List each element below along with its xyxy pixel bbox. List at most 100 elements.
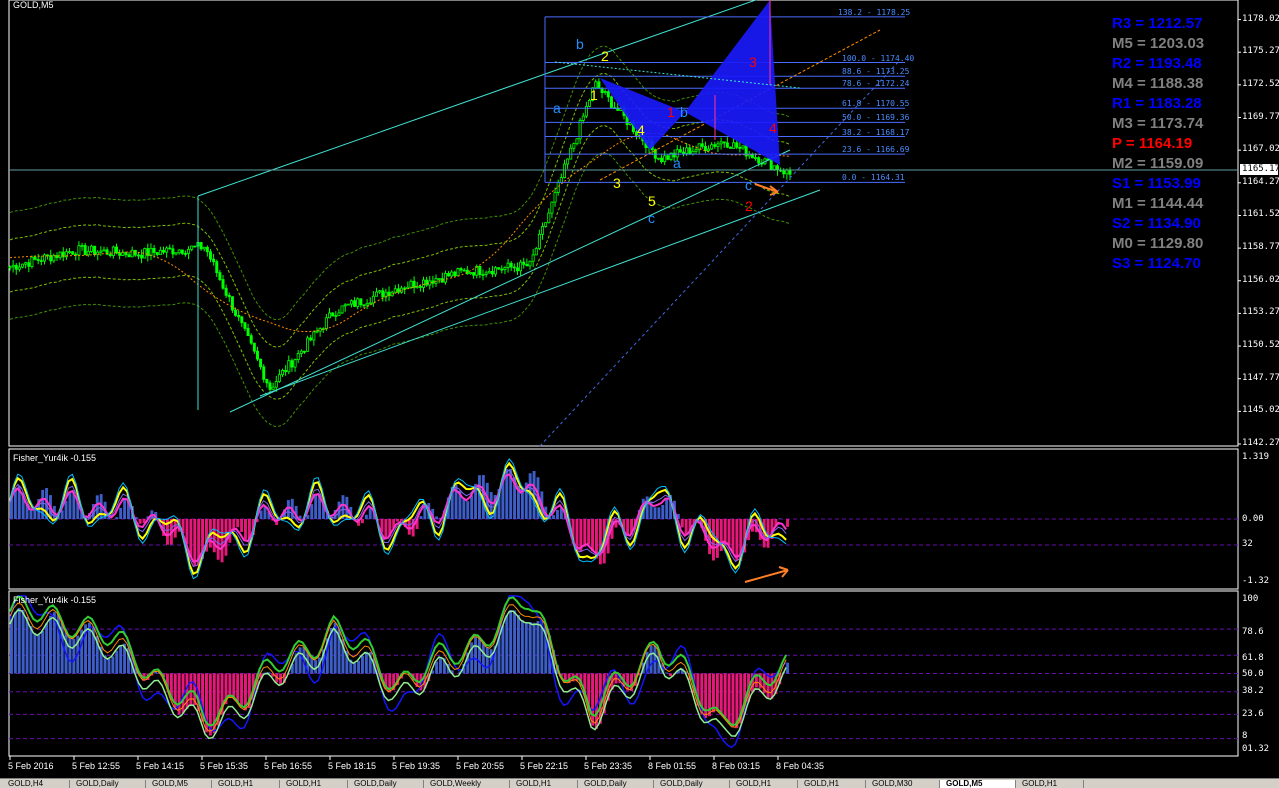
stochastic-line <box>10 603 786 731</box>
histogram-bar <box>556 510 559 519</box>
price-scale-label: 1175.27 <box>1242 46 1279 56</box>
histogram-bar <box>41 631 44 674</box>
time-axis-label: 8 Feb 04:35 <box>776 761 824 771</box>
wave-label: 2 <box>601 48 609 64</box>
histogram-bar <box>306 515 309 519</box>
candle <box>278 375 280 382</box>
price-scale-label: 1164.27 <box>1242 177 1279 187</box>
candle <box>576 139 578 144</box>
histogram-bar <box>369 508 372 519</box>
candle <box>159 250 161 254</box>
price-scale-label: 1147.77 <box>1242 373 1279 383</box>
channel-line <box>260 190 820 396</box>
fibonacci-label: 88.6 - 1173.25 <box>842 67 909 76</box>
candle <box>269 383 271 389</box>
candle <box>667 156 669 160</box>
chart-canvas[interactable] <box>0 0 1279 787</box>
histogram-bar <box>462 498 465 519</box>
candle <box>357 299 359 307</box>
histogram-bar <box>490 492 493 519</box>
wave-label: 3 <box>749 54 757 70</box>
histogram-bar <box>587 519 590 545</box>
candle <box>18 267 20 269</box>
candle <box>109 254 111 255</box>
candle <box>573 144 575 149</box>
candle <box>40 260 42 261</box>
histogram-bar <box>657 507 660 519</box>
signal-arrow <box>745 567 788 582</box>
histogram-bar <box>583 519 586 547</box>
histogram-bar <box>49 616 52 674</box>
channel-line <box>230 150 790 412</box>
histogram-bar <box>537 621 540 673</box>
histogram-bar <box>724 674 727 718</box>
candle <box>400 288 402 292</box>
candle <box>488 271 490 273</box>
candle <box>313 332 315 340</box>
histogram-bar <box>37 635 40 674</box>
candle <box>166 248 168 252</box>
candle <box>679 150 681 152</box>
candle <box>59 252 61 257</box>
indicator2-scale-label: 50.0 <box>1242 669 1264 679</box>
candle <box>504 267 506 269</box>
candle <box>686 148 688 154</box>
candle <box>140 255 142 258</box>
candle <box>714 145 716 147</box>
histogram-bar <box>626 519 629 536</box>
price-scale-label: 1161.52 <box>1242 209 1279 219</box>
candle <box>341 306 343 313</box>
candle <box>454 272 456 276</box>
candle <box>319 329 321 331</box>
pivot-level: S3 = 1124.70 <box>1112 255 1201 272</box>
pivot-level: S2 = 1134.90 <box>1112 215 1201 232</box>
time-axis-label: 8 Feb 03:15 <box>712 761 760 771</box>
pivot-level: S1 = 1153.99 <box>1112 175 1201 192</box>
candle <box>103 250 105 251</box>
candle <box>300 351 302 353</box>
indicator2-scale-label: 8 <box>1242 731 1247 741</box>
histogram-bar <box>439 657 442 674</box>
candle <box>338 313 340 316</box>
histogram-bar <box>665 498 668 519</box>
wave-label: 1 <box>667 104 675 120</box>
histogram-bar <box>26 617 29 674</box>
histogram-bar <box>501 625 504 673</box>
envelope-band <box>10 46 790 319</box>
price-scale-label: 1158.77 <box>1242 242 1279 252</box>
histogram-bar <box>517 615 520 673</box>
candle <box>222 280 224 289</box>
histogram-bar <box>521 620 524 673</box>
histogram-bar <box>708 519 711 554</box>
candle <box>347 304 349 305</box>
candle <box>122 252 124 255</box>
candle <box>272 387 274 389</box>
candle <box>281 370 283 374</box>
histogram-bar <box>111 657 114 674</box>
histogram-bar <box>260 510 263 519</box>
histogram-bar <box>778 518 781 519</box>
price-scale-label: 1178.02 <box>1242 14 1279 24</box>
histogram-bar <box>470 495 473 519</box>
histogram-bar <box>720 674 723 714</box>
candle <box>482 274 484 275</box>
histogram-bar <box>513 610 516 673</box>
histogram-bar <box>466 501 469 519</box>
wave-label: 1 <box>590 87 598 103</box>
candle <box>529 261 531 266</box>
time-axis-label: 5 Feb 22:15 <box>520 761 568 771</box>
histogram-bar <box>123 499 126 519</box>
candle <box>607 92 609 97</box>
histogram-bar <box>650 646 653 674</box>
candle <box>325 318 327 329</box>
time-axis-label: 8 Feb 01:55 <box>648 761 696 771</box>
histogram-bar <box>314 495 317 519</box>
candle <box>28 263 30 267</box>
candle <box>285 370 287 371</box>
pivot-level: R1 = 1183.28 <box>1112 95 1202 112</box>
histogram-bar <box>115 517 118 519</box>
price-scale-label: 1156.02 <box>1242 275 1279 285</box>
histogram-bar <box>236 674 239 702</box>
histogram-bar <box>240 519 243 532</box>
candle <box>701 144 703 147</box>
